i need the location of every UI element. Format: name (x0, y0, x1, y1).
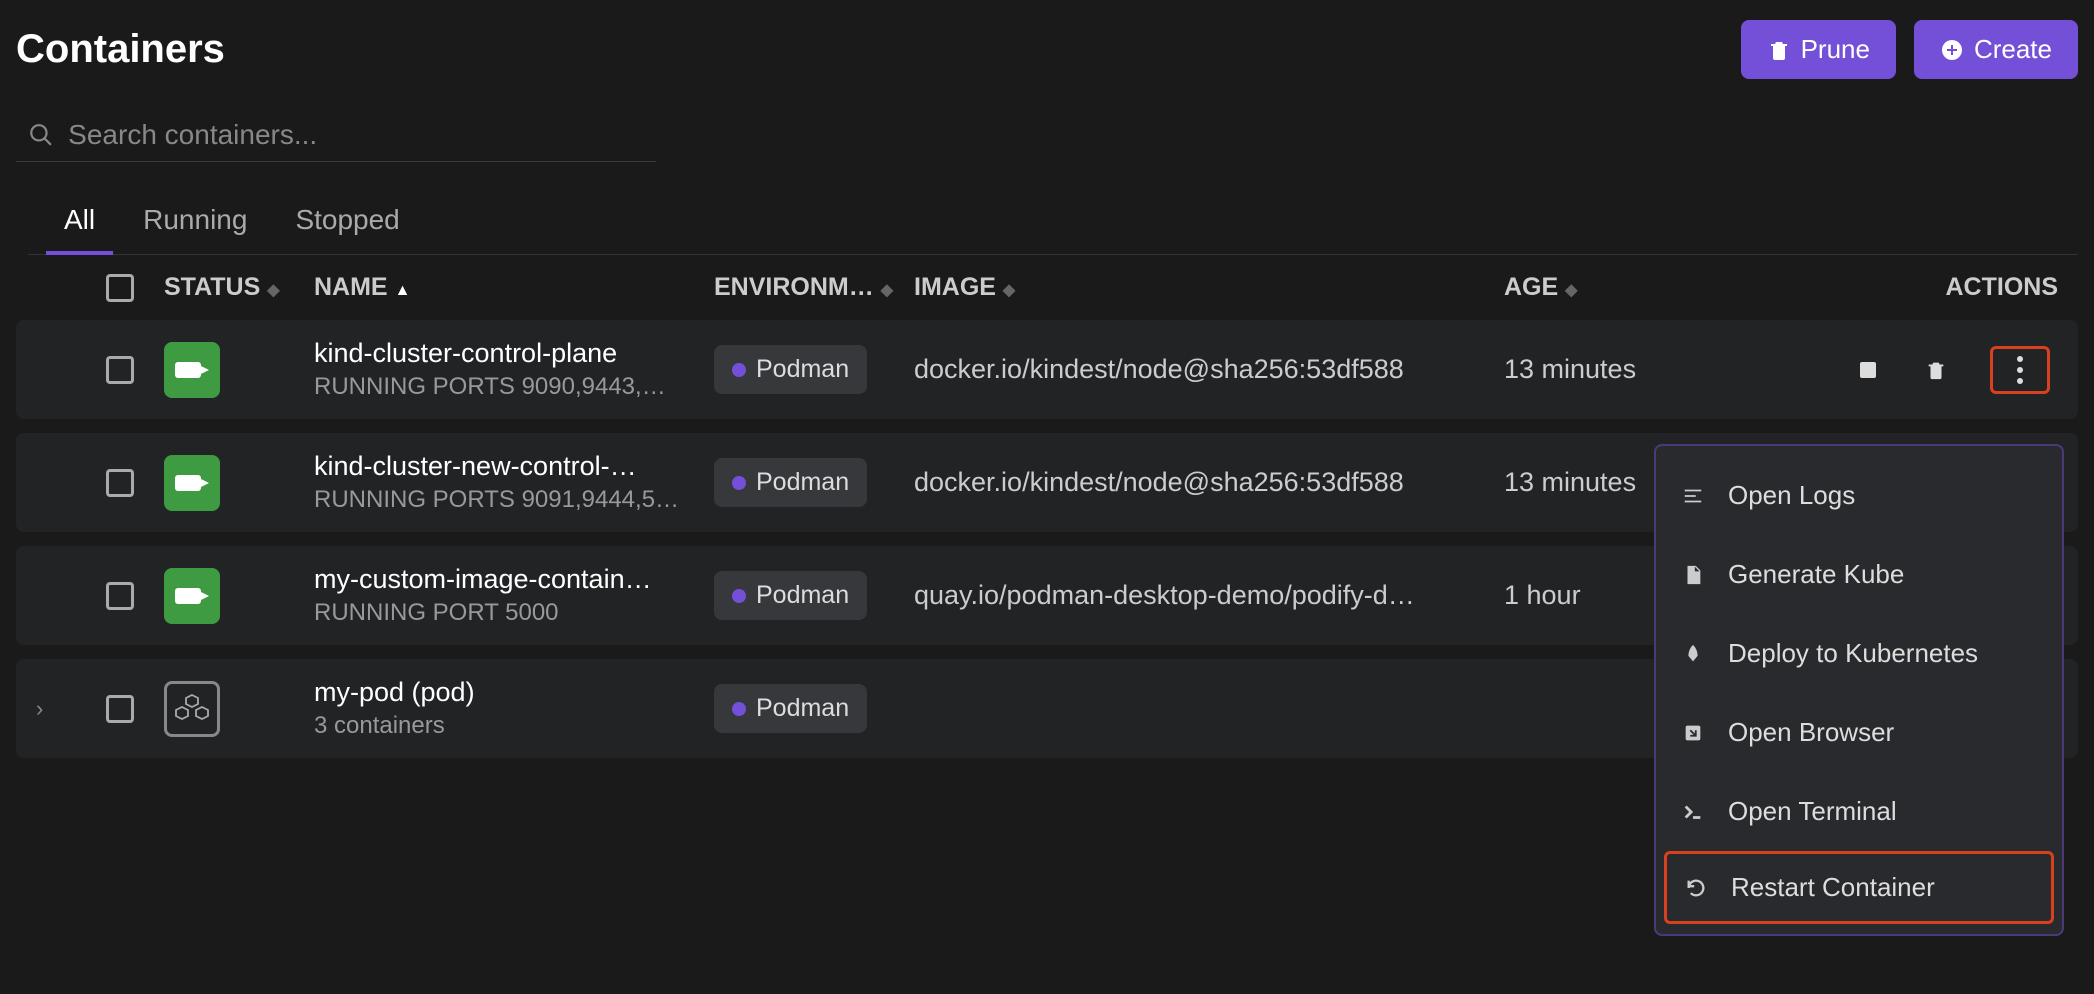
env-badge: Podman (714, 458, 867, 507)
container-subtext: RUNNING PORTS 9091,9444,5… (314, 486, 709, 514)
menu-restart-container[interactable]: Restart Container (1664, 851, 2054, 924)
row-checkbox[interactable] (106, 469, 134, 497)
file-icon (1680, 562, 1706, 588)
container-name: kind-cluster-control-plane (314, 338, 709, 369)
col-image[interactable]: IMAGE (914, 273, 996, 301)
trash-icon (1767, 38, 1791, 62)
container-image: docker.io/kindest/node@sha256:53df588 (914, 467, 1499, 498)
menu-generate-kube[interactable]: Generate Kube (1656, 535, 2062, 614)
menu-open-browser[interactable]: Open Browser (1656, 693, 2062, 772)
pod-icon (164, 681, 220, 737)
env-badge: Podman (714, 571, 867, 620)
container-subtext: RUNNING PORT 5000 (314, 599, 709, 627)
container-running-icon (164, 342, 220, 398)
container-running-icon (164, 455, 220, 511)
search-icon (28, 121, 54, 149)
container-subtext: 3 containers (314, 712, 709, 740)
create-label: Create (1974, 34, 2052, 65)
container-image: quay.io/podman-desktop-demo/podify-d… (914, 580, 1499, 611)
restart-icon (1683, 875, 1709, 901)
logs-icon (1680, 483, 1706, 509)
container-age: 13 minutes (1504, 354, 1684, 385)
row-checkbox[interactable] (106, 582, 134, 610)
container-subtext: RUNNING PORTS 9090,9443,… (314, 373, 709, 401)
kebab-menu-button[interactable] (1990, 346, 2050, 394)
rocket-icon (1680, 641, 1706, 667)
create-button[interactable]: Create (1914, 20, 2078, 79)
plus-circle-icon (1940, 38, 1964, 62)
tab-running[interactable]: Running (143, 204, 247, 254)
col-age[interactable]: AGE (1504, 273, 1558, 301)
container-name: my-custom-image-contain… (314, 564, 709, 595)
tab-all[interactable]: All (64, 204, 95, 254)
search-bar[interactable] (16, 109, 656, 162)
prune-button[interactable]: Prune (1741, 20, 1896, 79)
col-actions: ACTIONS (1946, 273, 2059, 301)
container-name: kind-cluster-new-control-… (314, 451, 709, 482)
tab-stopped[interactable]: Stopped (295, 204, 399, 254)
env-badge: Podman (714, 684, 867, 733)
expand-chevron-icon[interactable]: › (36, 696, 43, 722)
external-link-icon (1680, 720, 1706, 746)
menu-open-logs[interactable]: Open Logs (1656, 456, 2062, 535)
menu-deploy-k8s[interactable]: Deploy to Kubernetes (1656, 614, 2062, 693)
container-image: docker.io/kindest/node@sha256:53df588 (914, 354, 1499, 385)
row-checkbox[interactable] (106, 356, 134, 384)
table-header: STATUS ◆ NAME ▲ ENVIRONM… ◆ IMAGE ◆ AGE … (16, 255, 2078, 320)
container-running-icon (164, 568, 220, 624)
prune-label: Prune (1801, 34, 1870, 65)
table-row[interactable]: kind-cluster-control-plane RUNNING PORTS… (16, 320, 2078, 419)
stop-button[interactable] (1854, 356, 1882, 384)
search-input[interactable] (68, 119, 644, 151)
terminal-icon (1680, 799, 1706, 825)
col-name[interactable]: NAME (314, 273, 388, 301)
context-menu: Open Logs Generate Kube Deploy to Kubern… (1654, 444, 2064, 936)
delete-button[interactable] (1922, 356, 1950, 384)
page-title: Containers (16, 27, 225, 72)
menu-open-terminal[interactable]: Open Terminal (1656, 772, 2062, 851)
container-name: my-pod (pod) (314, 677, 709, 708)
env-badge: Podman (714, 345, 867, 394)
row-checkbox[interactable] (106, 695, 134, 723)
select-all-checkbox[interactable] (106, 274, 134, 302)
col-env[interactable]: ENVIRONM… (714, 273, 874, 301)
col-status[interactable]: STATUS (164, 273, 260, 301)
